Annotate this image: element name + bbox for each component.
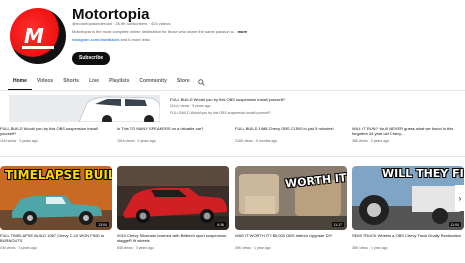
video-meta: 846 views · 3 years ago [117, 246, 154, 250]
channel-link-more[interactable]: and 6 more links [120, 37, 149, 42]
video-title[interactable]: FULL BUILD Would you try this OBS suspen… [0, 126, 110, 136]
tab-playlists[interactable]: Playlists [104, 74, 134, 90]
video-thumbnail[interactable]: WORTH IT? 11:17 [235, 166, 347, 230]
tabs-divider [0, 90, 465, 91]
channel-meta: @motortopiaonderoad · 26.9K subscribers … [72, 21, 171, 26]
video-thumbnail[interactable]: WILL THEY FIT? 11:04 [352, 166, 464, 230]
video-duration: 13:04 [96, 222, 109, 227]
featured-video-description: FULL BUILD Would you try this OBS suspen… [170, 111, 271, 115]
video-title[interactable]: SEMI TRUCK Wheels a OBS Chevy Truck Dual… [352, 233, 464, 243]
tab-live[interactable]: Live [84, 74, 104, 90]
featured-video-thumbnail[interactable] [9, 95, 160, 122]
logo-bar [22, 46, 54, 49]
video-duration: 11:17 [331, 222, 344, 227]
list-item[interactable]: WILL IT RUN? You'll NEVER guess what we … [352, 126, 462, 143]
thumbnail-text: TIMELAPSE BUILD [5, 168, 112, 182]
channel-avatar[interactable]: M [10, 8, 66, 64]
thumbnail-text: WILL THEY FIT? [382, 167, 464, 180]
video-card[interactable]: 6:36 2019 Chevy Silverado lowered with B… [117, 166, 229, 250]
channel-description[interactable]: Motortopia is the most complete online d… [72, 29, 247, 34]
video-duration: 11:04 [448, 222, 461, 227]
channel-links[interactable]: instagram.com/dowdbacks and 6 more links [72, 37, 150, 42]
list-item[interactable]: Is This TO MANY SPEAKERS on a drivable c… [117, 126, 227, 143]
video-title[interactable]: Is This TO MANY SPEAKERS on a drivable c… [117, 126, 227, 136]
tab-home[interactable]: Home [8, 74, 32, 90]
channel-link-primary[interactable]: instagram.com/dowdbacks [72, 37, 119, 42]
video-meta: 35K views · 1 year ago [235, 246, 271, 250]
video-title[interactable]: WAS IT WORTH IT? $5,000 OBS Interior Upg… [235, 233, 347, 243]
video-meta: GM views · 3 years ago [0, 246, 37, 250]
list-item[interactable]: FULL BUILD 1988 Chevy OBS C1500 in just … [235, 126, 345, 143]
tab-store[interactable]: Store [172, 74, 195, 90]
video-card[interactable]: WORTH IT? 11:17 WAS IT WORTH IT? $5,000 … [235, 166, 347, 250]
video-card[interactable]: TIMELAPSE BUILD 13:04 FULL TIMELAPSE BUI… [0, 166, 112, 250]
tab-community[interactable]: Community [134, 74, 172, 90]
video-meta: 151k views · 2 years ago [117, 139, 156, 143]
tab-shorts[interactable]: Shorts [58, 74, 84, 90]
list-item[interactable]: FULL BUILD Would you try this OBS suspen… [0, 126, 110, 143]
video-title[interactable]: FULL TIMELAPSE BUILD 1967 Chevy C-10 WON… [0, 233, 112, 243]
search-icon[interactable] [195, 74, 209, 90]
featured-video-meta: 111vV views · 9 years ago [170, 104, 211, 108]
channel-description-text: Motortopia is the most complete online d… [72, 29, 237, 34]
description-more-link[interactable]: more [237, 29, 247, 34]
featured-video-title[interactable]: FULL BUILD Would you try this OBS suspen… [170, 97, 285, 102]
section-divider [0, 156, 465, 157]
video-meta: 218K views · 9 months ago [235, 139, 278, 143]
tab-videos[interactable]: Videos [32, 74, 58, 90]
channel-tabs: Home Videos Shorts Live Playlists Commun… [8, 74, 209, 90]
chevron-right-icon[interactable]: › [455, 185, 465, 211]
video-duration: 6:36 [215, 222, 226, 227]
video-title[interactable]: 2019 Chevy Silverado lowered with Bellte… [117, 233, 229, 243]
video-title[interactable]: WILL IT RUN? You'll NEVER guess what we … [352, 126, 462, 136]
video-title[interactable]: FULL BUILD 1988 Chevy OBS C1500 in just … [235, 126, 345, 136]
channel-logo-letter: M [24, 24, 44, 48]
video-card[interactable]: WILL THEY FIT? 11:04 SEMI TRUCK Wheels a… [352, 166, 464, 250]
video-thumbnail[interactable]: 6:36 [117, 166, 229, 230]
video-meta: 11M views · 3 years ago [0, 139, 38, 143]
subscribe-button[interactable]: Subscribe [72, 52, 111, 65]
video-thumbnail[interactable]: TIMELAPSE BUILD 13:04 [0, 166, 112, 230]
video-meta: 386 views · 2 years ago [352, 139, 389, 143]
video-meta: 38K views · 1 year ago [352, 246, 388, 250]
